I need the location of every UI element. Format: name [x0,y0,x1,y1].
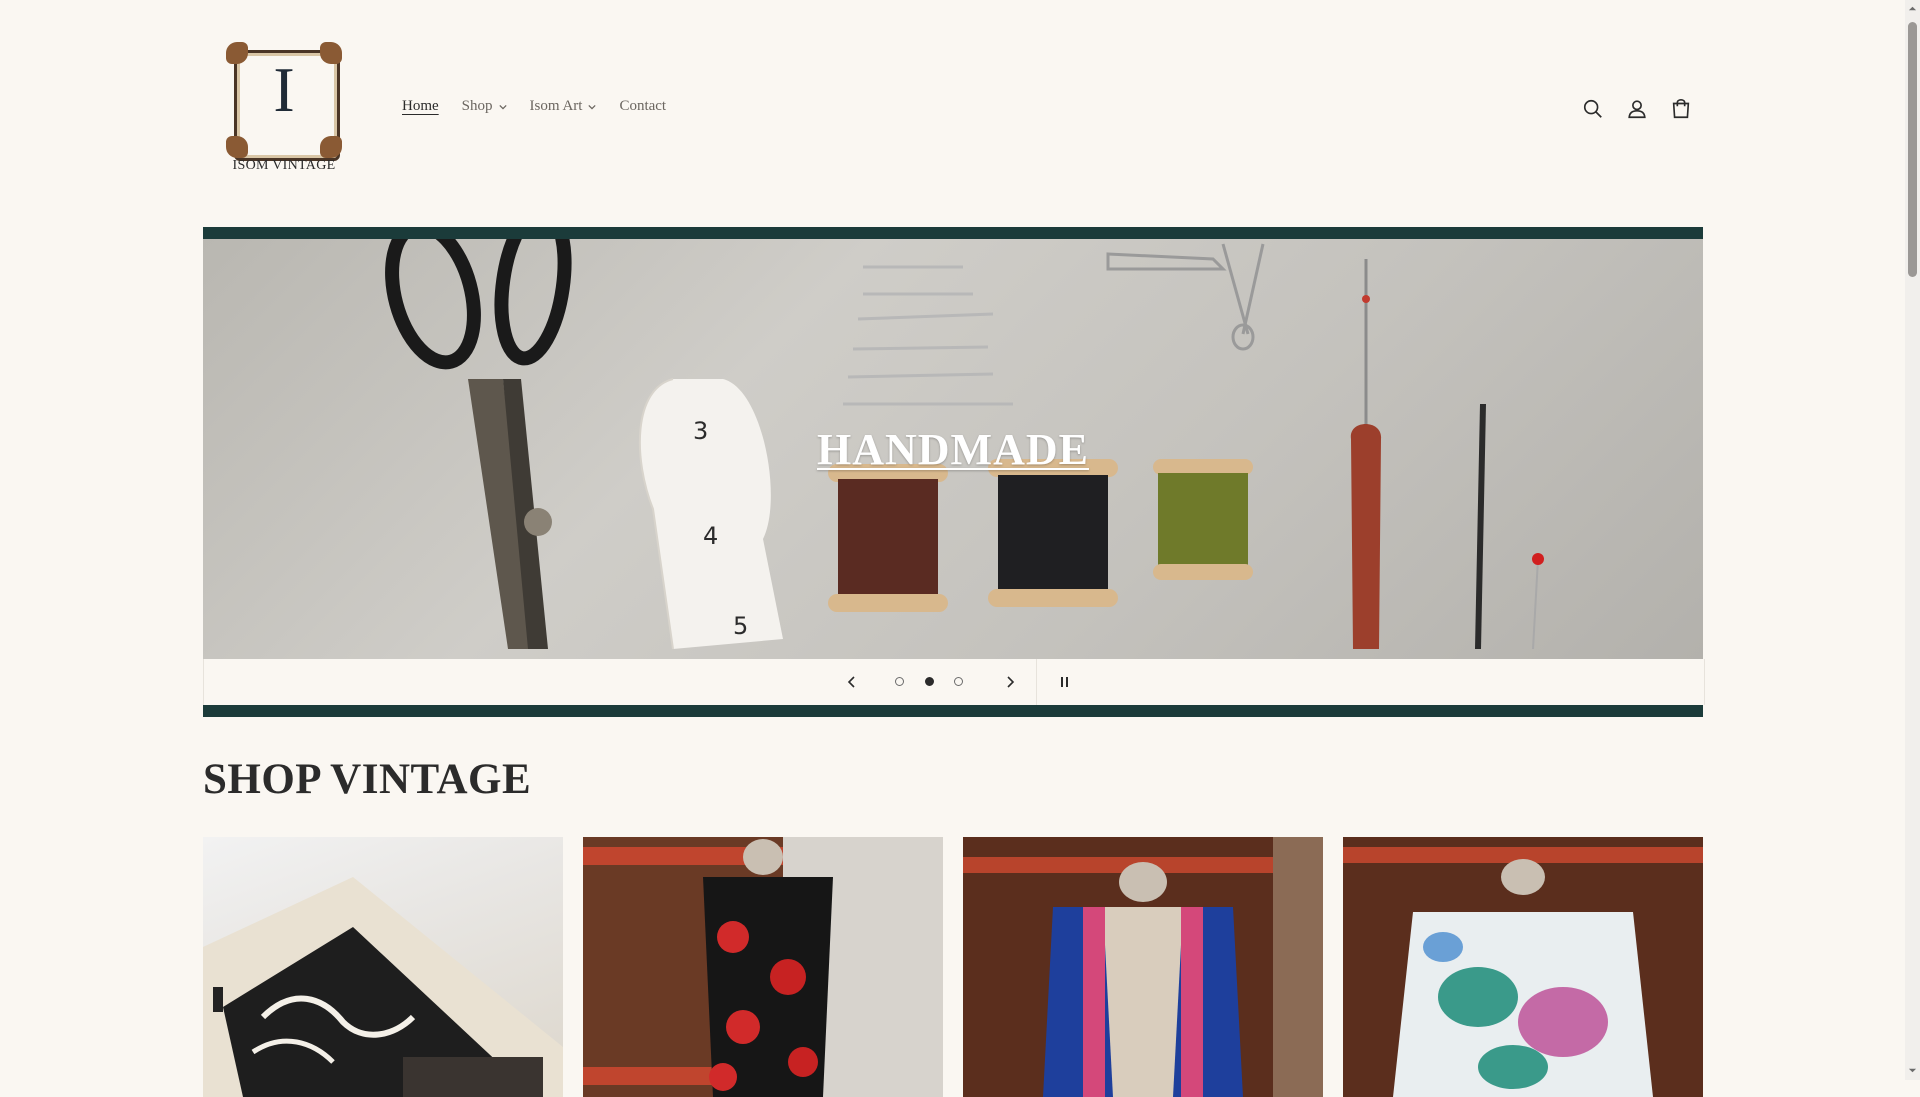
slideshow-band-top [203,227,1703,239]
chevron-left-icon [847,676,855,688]
nav-item-home[interactable]: Home [402,98,439,115]
nav-label: Home [402,98,439,114]
nav-label: Isom Art [529,98,583,114]
header-icons [1580,96,1694,122]
pause-icon [1061,677,1068,687]
logo-ornament [320,136,342,158]
svg-text:5: 5 [733,612,748,640]
slide-dot-2[interactable] [925,677,934,686]
svg-text:4: 4 [703,522,718,550]
tape-measure-icon: 3 4 5 [638,378,783,650]
product-card[interactable] [583,837,943,1097]
site-logo[interactable]: I ISOM VINTAGE [220,40,348,180]
product-image-floral-blouse [1343,837,1703,1097]
next-slide-button[interactable] [1000,672,1020,692]
needles-icon [843,265,1013,406]
slide-image: 3 4 5 HANDMADE [203,239,1703,659]
product-image-blue-striped-jacket [963,837,1323,1097]
slide-dot-1[interactable] [895,677,904,686]
previous-slide-button[interactable] [842,672,862,692]
product-card[interactable] [203,837,563,1097]
thread-spool-icon [828,459,1253,612]
nav-item-isom-art[interactable]: Isom Art [530,98,597,115]
logo-text: ISOM VINTAGE [232,158,336,173]
hero-slideshow: 3 4 5 HANDMADE [203,227,1705,717]
scroll-up-icon[interactable] [1908,4,1917,13]
scroll-down-icon[interactable] [1908,1066,1917,1075]
site-header: I ISOM VINTAGE Home Shop Isom Art Contac… [0,0,1905,227]
nav-item-shop[interactable]: Shop [462,98,507,115]
slide-dot-3[interactable] [954,677,963,686]
cart-icon[interactable] [1668,96,1694,122]
product-image-floral-jacket [583,837,943,1097]
scroll-thumb[interactable] [1908,22,1917,277]
slide-heading[interactable]: HANDMADE [203,424,1703,475]
product-card[interactable] [1343,837,1703,1097]
nav-item-contact[interactable]: Contact [619,98,666,115]
safety-pins-icon [1106,243,1265,351]
nav-label: Shop [461,98,493,114]
nav-label: Contact [619,98,667,114]
product-grid [203,837,1703,1097]
logo-ornament [226,136,248,158]
search-icon[interactable] [1580,96,1606,122]
chevron-down-icon [588,104,597,109]
slideshow-band-bottom [203,705,1703,717]
logo-letter: I [273,54,295,125]
chevron-down-icon [498,104,507,109]
account-icon[interactable] [1624,96,1650,122]
main-nav: Home Shop Isom Art Contact [402,98,689,115]
section-title: SHOP VINTAGE [203,756,532,803]
slideshow-controls [203,659,1705,705]
pause-slideshow-button[interactable] [1056,673,1074,691]
product-image-scarf [203,877,563,1097]
chevron-right-icon [1007,676,1015,688]
controls-divider [1036,659,1037,705]
page-scrollbar[interactable] [1905,0,1920,1080]
product-card[interactable] [963,837,1323,1097]
